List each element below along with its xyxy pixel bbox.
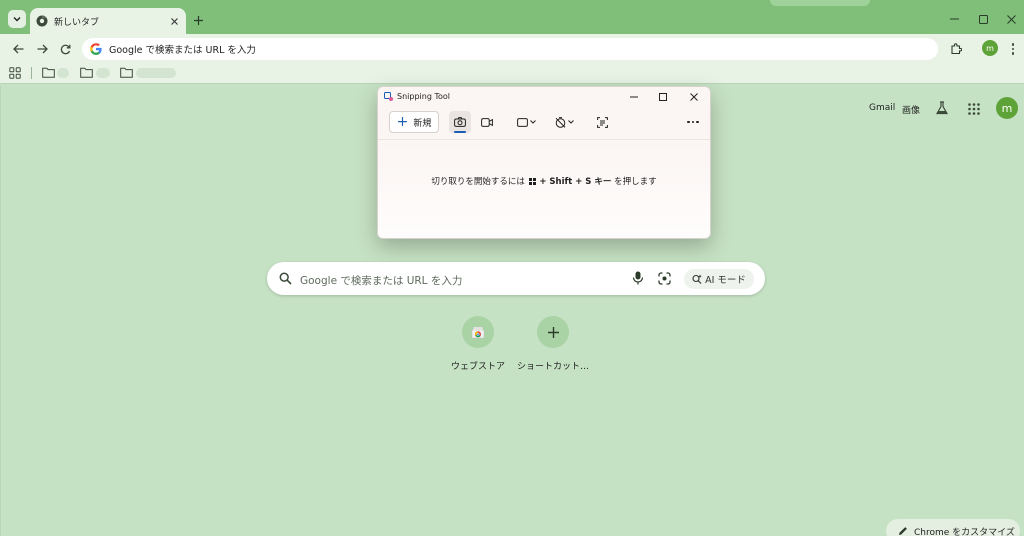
ntp-search-placeholder: Google で検索または URL を入力 bbox=[300, 275, 463, 287]
bookmark-label-obscured[interactable] bbox=[136, 68, 176, 78]
rectangle-snip-icon bbox=[516, 117, 528, 127]
plus-icon bbox=[547, 326, 559, 338]
text-scan-icon bbox=[596, 116, 608, 128]
snipping-tool-titlebar[interactable]: Snipping Tool bbox=[378, 87, 710, 107]
tab-new-tab[interactable]: 新しいタブ bbox=[30, 8, 186, 34]
hint-shortcut: + Shift + S キー bbox=[539, 177, 612, 187]
text-actions-button[interactable] bbox=[594, 111, 610, 133]
folder-icon[interactable] bbox=[120, 67, 133, 78]
new-snip-button[interactable]: + 新規 bbox=[389, 111, 439, 133]
close-icon bbox=[1006, 14, 1016, 24]
shortcut-icon-container bbox=[537, 316, 569, 348]
maximize-button[interactable] bbox=[975, 12, 991, 26]
close-window-button[interactable] bbox=[1003, 12, 1019, 26]
plus-icon bbox=[193, 15, 203, 25]
labs-flask-icon[interactable] bbox=[935, 101, 949, 115]
maximize-icon bbox=[659, 93, 667, 101]
search-icon bbox=[279, 272, 292, 285]
video-mode-button[interactable] bbox=[476, 111, 498, 133]
windows-logo-icon bbox=[528, 177, 536, 185]
bookmark-label-obscured[interactable] bbox=[57, 68, 69, 78]
customize-chrome-button[interactable]: Chrome をカスタマイズ bbox=[886, 519, 1020, 536]
profile-button[interactable]: m bbox=[982, 40, 998, 56]
images-link[interactable]: 画像 bbox=[902, 103, 920, 116]
gmail-link[interactable]: Gmail bbox=[869, 103, 895, 113]
microphone-icon[interactable] bbox=[632, 271, 644, 285]
snipping-tool-window: Snipping Tool + 新規 切り取りを開始するには + Shift + bbox=[377, 86, 711, 239]
maximize-icon bbox=[978, 14, 988, 24]
close-icon bbox=[170, 17, 178, 25]
close-icon bbox=[690, 93, 698, 101]
pencil-icon bbox=[899, 527, 907, 535]
google-apps-icon[interactable] bbox=[967, 102, 981, 116]
extensions-button[interactable] bbox=[947, 40, 965, 58]
shortcut-icon-container bbox=[462, 316, 494, 348]
arrow-left-icon bbox=[12, 44, 23, 54]
bookmark-label-obscured[interactable] bbox=[96, 68, 110, 78]
folder-icon[interactable] bbox=[42, 67, 55, 78]
close-tab-button[interactable] bbox=[166, 13, 182, 29]
tab-search-button[interactable] bbox=[8, 10, 26, 28]
arrow-right-icon bbox=[37, 44, 48, 54]
ai-mode-button[interactable]: AI モード bbox=[684, 269, 754, 289]
chevron-down-icon bbox=[13, 17, 21, 22]
reload-icon bbox=[60, 44, 70, 54]
reload-button[interactable] bbox=[56, 40, 74, 58]
screenshot-mode-button[interactable] bbox=[449, 111, 471, 133]
shortcut-label: ショートカット… bbox=[516, 362, 589, 372]
snip-shape-dropdown[interactable] bbox=[514, 111, 538, 133]
chrome-webstore-icon bbox=[471, 326, 485, 338]
back-button[interactable] bbox=[9, 40, 27, 58]
snip-minimize-button[interactable] bbox=[627, 90, 641, 104]
ai-search-sparkle-icon bbox=[692, 274, 702, 284]
content-edge bbox=[0, 86, 1, 536]
bookmarks-separator bbox=[31, 67, 32, 79]
minimize-icon bbox=[949, 18, 959, 20]
folder-icon[interactable] bbox=[80, 67, 93, 78]
snipping-tool-logo-icon bbox=[384, 92, 393, 101]
snip-shortcut-hint: 切り取りを開始するには + Shift + S キー を押します bbox=[378, 175, 710, 187]
google-lens-icon[interactable] bbox=[658, 272, 671, 285]
snip-maximize-button[interactable] bbox=[656, 90, 670, 104]
add-shortcut-tile[interactable]: ショートカット… bbox=[515, 316, 591, 376]
snipping-tool-title: Snipping Tool bbox=[397, 92, 450, 101]
address-bar[interactable]: Google で検索または URL を入力 bbox=[82, 38, 938, 60]
minimize-button[interactable] bbox=[946, 12, 962, 26]
browser-menu-button[interactable] bbox=[1008, 40, 1018, 58]
account-avatar[interactable]: m bbox=[996, 97, 1018, 119]
chrome-icon bbox=[36, 15, 48, 27]
new-tab-button[interactable] bbox=[190, 12, 206, 28]
forward-button[interactable] bbox=[33, 40, 51, 58]
hint-suffix: を押します bbox=[614, 177, 657, 187]
minimize-icon bbox=[630, 96, 638, 98]
hint-prefix: 切り取りを開始するには bbox=[431, 177, 525, 187]
window-edge-highlight bbox=[770, 0, 870, 6]
puzzle-icon bbox=[951, 43, 962, 55]
active-mode-indicator bbox=[454, 131, 466, 133]
new-snip-label: 新規 bbox=[413, 118, 432, 129]
camera-icon bbox=[454, 117, 466, 127]
chevron-down-icon bbox=[529, 120, 536, 124]
snip-delay-dropdown[interactable] bbox=[552, 111, 576, 133]
shortcut-tile[interactable]: ウェブストア bbox=[440, 316, 516, 376]
tab-title: 新しいタブ bbox=[54, 17, 100, 28]
snip-close-button[interactable] bbox=[687, 90, 701, 104]
address-bar-text: Google で検索または URL を入力 bbox=[109, 45, 256, 56]
snipping-tool-body bbox=[378, 139, 710, 238]
see-more-button[interactable] bbox=[685, 115, 701, 129]
ai-mode-label: AI モード bbox=[705, 275, 746, 286]
apps-grid-icon[interactable] bbox=[9, 67, 21, 79]
video-camera-icon bbox=[481, 117, 493, 127]
google-g-icon bbox=[90, 43, 102, 55]
timer-off-icon bbox=[555, 116, 565, 128]
chevron-down-icon bbox=[567, 120, 574, 124]
plus-icon: + bbox=[396, 114, 409, 130]
customize-chrome-label: Chrome をカスタマイズ bbox=[914, 527, 1015, 536]
